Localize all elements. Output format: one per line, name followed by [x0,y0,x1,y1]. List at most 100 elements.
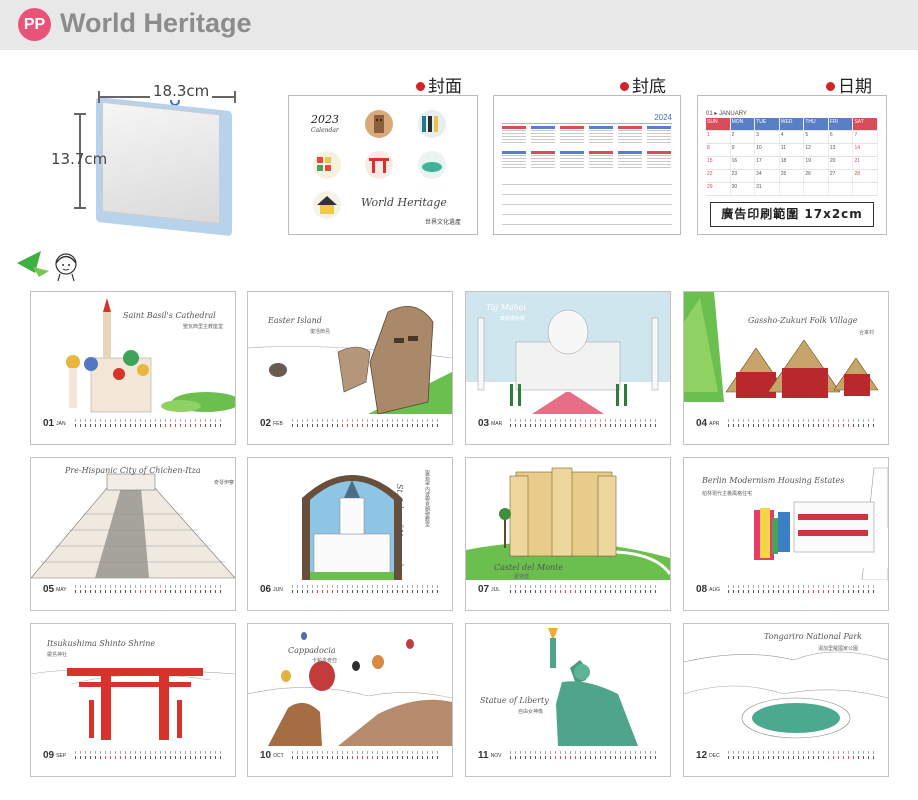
mini-month [647,126,671,146]
month-number: 01 JAN [43,418,66,429]
house-circle-icon [313,191,341,219]
month-date-strip [510,419,660,427]
mini-month [560,126,584,146]
note-line [502,184,672,185]
cover-subtitle: Calendar [311,127,339,134]
month-title: Taj Mahal [486,303,526,312]
month-number: 08 AUG [696,584,720,595]
month-subtitle: 柏林現代主義風格住宅 [702,491,753,497]
cover-preview[interactable]: 2023 Calendar World Heritage 世界文化遺產 [288,95,478,235]
month-subtitle: 合掌村 [859,330,875,336]
cover-section-label: 封面 [416,72,462,97]
month-title: Cappadocia [288,646,336,655]
month-number: 06 JUN [260,584,283,595]
cover-title: World Heritage [361,196,447,209]
month-title: Pre-Hispanic City of Chichen-Itza [65,466,201,475]
month-number: 11 NOV [478,750,502,761]
month-card-oct[interactable]: Cappadocia 卡帕多奇亞 10 OCT [247,623,453,777]
month-subtitle: 復活節島 [310,329,331,335]
mini-month [531,126,555,146]
width-label: 18.3cm [150,82,213,100]
note-line [502,214,672,215]
month-card-aug[interactable]: Berlin Modernism Housing Estates 柏林現代主義風… [683,457,889,611]
month-number: 02 FEB [260,418,283,429]
bullet-dot-icon [620,82,629,91]
month-title: St. John of Nepomuk [395,484,404,569]
moai-circle-icon [365,110,393,138]
month-subtitle: 聖若望·內波穆克朝聖教堂 [424,470,430,527]
month-number: 07 JUL [478,584,501,595]
cappadocia-illustration [248,632,452,746]
mini-month [560,151,584,171]
month-card-dec[interactable]: Tongariro National Park 湯加里羅國家公園 12 DEC [683,623,889,777]
weekday-row: SUN MON TUE WED THU FRI SAT [706,118,879,131]
month-card-jul[interactable]: Castel del Monte 蒙特堡 07 JUL [465,457,671,611]
mini-month [502,126,526,146]
brand-logo: PP [18,8,51,41]
bullet-dot-icon [826,82,835,91]
mini-month [618,126,642,146]
date-row: 29 30 31 [706,183,879,196]
month-subtitle: 泰姬瑪哈陵 [500,316,526,322]
month-card-mar[interactable]: Taj Mahal 泰姬瑪哈陵 03 MAR [465,291,671,445]
date-grid: SUN MON TUE WED THU FRI SAT 1234567 8 9 10 11 12 13… [706,118,879,200]
mini-month [502,151,526,171]
month-title: Itsukushima Shinto Shrine [47,639,156,648]
month-date-strip [292,585,442,593]
month-card-feb[interactable]: Easter Island 復活節島 02 FEB [247,291,453,445]
statue-of-liberty-illustration [548,628,638,746]
back-year: 2024 [654,113,672,122]
month-date-strip [292,419,442,427]
houses-circle-icon [313,151,341,179]
month-date-strip [510,751,660,759]
month-number: 10 OCT [260,750,284,761]
month-date-strip [510,585,660,593]
month-date-strip [75,751,225,759]
month-number: 05 MAY [43,584,67,595]
month-title: Tongariro National Park [764,632,862,641]
note-line [502,204,672,205]
cover-year: 2023 [311,113,339,126]
calendar-stand-panel [102,101,220,225]
torii-circle-icon [365,151,393,179]
back-cover-preview[interactable]: 2024 [493,95,681,235]
tongariro-illustration [684,651,888,739]
date-month-heading: 01 ▸ JANUARY [706,111,747,117]
month-date-strip [728,419,878,427]
month-card-jan[interactable]: Saint Basil's Cathedral 聖瓦西里主教座堂 01 JAN [30,291,236,445]
castel-del-monte-illustration [466,467,670,580]
month-card-sep[interactable]: Itsukushima Shinto Shrine 嚴島神社 09 SEP [30,623,236,777]
height-label: 13.7cm [51,150,108,168]
month-date-strip [75,419,225,427]
month-subtitle: 聖瓦西里主教座堂 [183,324,224,330]
month-subtitle: 自由女神像 [518,709,544,715]
ad-print-area-label: 廣告印刷範圍 17x2cm [710,202,874,227]
mini-month [589,126,613,146]
month-number: 12 DEC [696,750,720,761]
date-row: 22 23 24 25 26 27 28 [706,170,879,183]
date-page-preview[interactable]: 01 ▸ JANUARY SUN MON TUE WED THU FRI SAT 12345… [697,95,887,235]
month-subtitle: 湯加里羅國家公園 [818,646,859,652]
easter-island-illustration [248,305,452,414]
calendar-stand-illustration [96,96,236,237]
month-card-apr[interactable]: Gassho-Zukuri Folk Village 合掌村 04 APR [683,291,889,445]
page-header: PP World Heritage [0,0,918,50]
date-row: 8 9 10 11 12 13 14 [706,144,879,157]
month-card-jun[interactable]: St. John of Nepomuk 聖若望·內波穆克朝聖教堂 06 JUN [247,457,453,611]
month-card-nov[interactable]: Statue of Liberty 自由女神像 11 NOV [465,623,671,777]
nepomuk-church-illustration [302,475,402,580]
month-title: Castel del Monte [494,563,564,572]
month-subtitle: 嚴島神社 [47,652,68,658]
month-number: 04 APR [696,418,720,429]
gassho-village-illustration [684,292,879,402]
mini-month [618,151,642,171]
month-date-strip [728,585,878,593]
month-card-may[interactable]: Pre-Hispanic City of Chichen-Itza 奇琴伊察 0… [30,457,236,611]
month-title: Easter Island [268,316,322,325]
girl-avatar-icon [55,253,77,282]
date-section-label: 日期 [826,72,872,97]
date-row: 1234567 [706,131,879,144]
mini-month [589,151,613,171]
pennant-flags-icon [17,251,49,277]
note-line [502,224,672,225]
